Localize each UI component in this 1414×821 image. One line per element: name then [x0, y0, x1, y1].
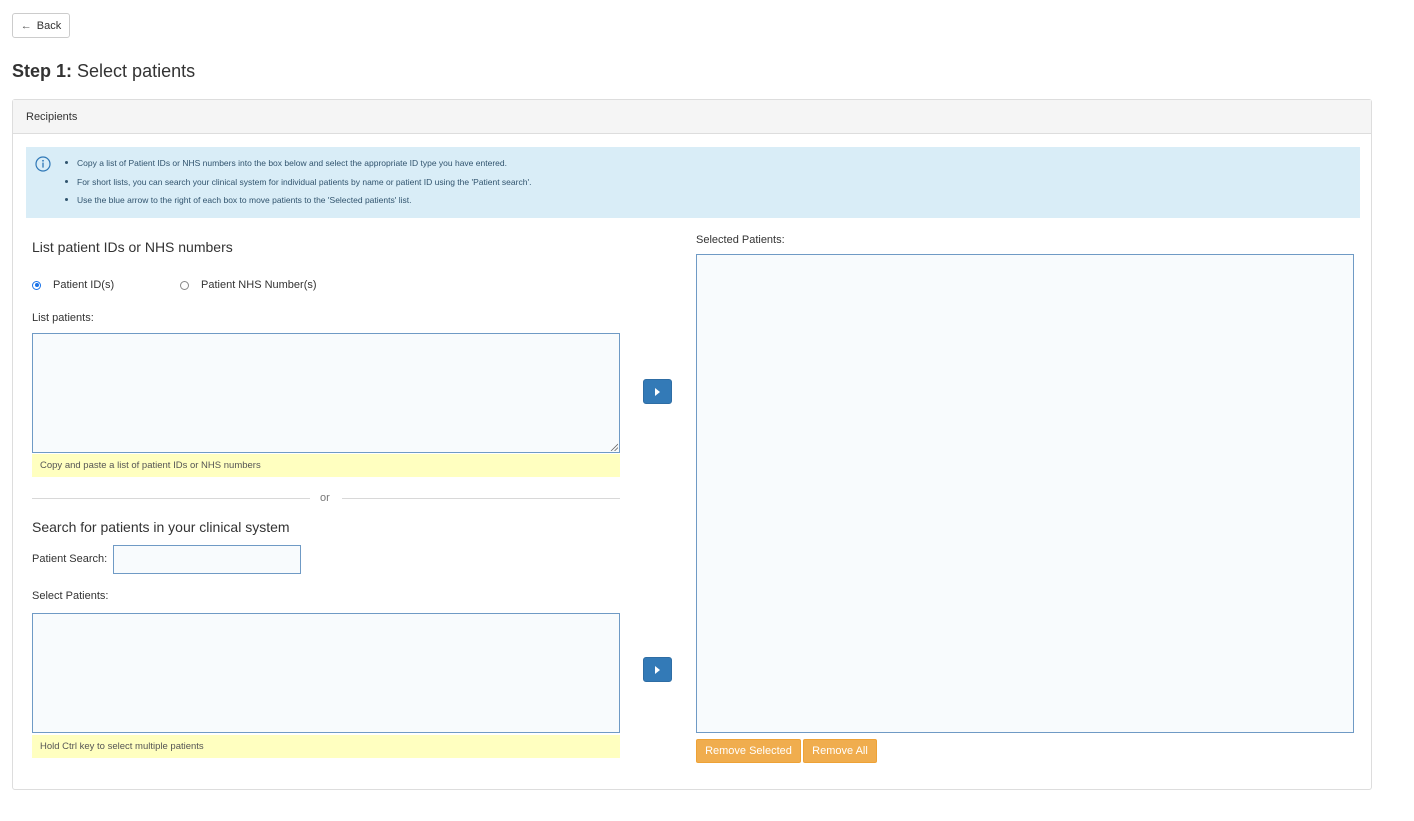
info-circle-icon: [35, 156, 51, 172]
back-button[interactable]: ← Back: [12, 13, 70, 38]
select-patients-hint: Hold Ctrl key to select multiple patient…: [32, 735, 620, 758]
radio-nhs-number-label[interactable]: Patient NHS Number(s): [201, 279, 317, 291]
select-patients-label: Select Patients:: [32, 590, 109, 602]
resize-grip-icon[interactable]: [610, 443, 618, 451]
list-patients-hint: Copy and paste a list of patient IDs or …: [32, 454, 620, 477]
info-item: Use the blue arrow to the right of each …: [64, 195, 531, 214]
list-patients-textarea[interactable]: [32, 333, 620, 453]
selected-patients-label: Selected Patients:: [696, 234, 785, 246]
divider-right: [342, 498, 620, 499]
move-searched-patients-button[interactable]: [643, 657, 672, 682]
panel-heading: Recipients: [13, 100, 1371, 134]
remove-selected-button[interactable]: Remove Selected: [696, 739, 801, 763]
divider-left: [32, 498, 310, 499]
radio-nhs-number[interactable]: [180, 280, 189, 290]
page-title-text: Select patients: [77, 61, 196, 81]
search-section-title: Search for patients in your clinical sys…: [32, 519, 290, 535]
patient-search-label: Patient Search:: [32, 553, 108, 565]
radio-patient-id[interactable]: [32, 280, 41, 290]
patient-search-input[interactable]: [113, 545, 301, 574]
list-patients-label: List patients:: [32, 312, 94, 324]
arrow-left-icon: ←: [20, 19, 32, 32]
radio-patient-id-label[interactable]: Patient ID(s): [53, 279, 180, 291]
id-type-radio-group: Patient ID(s) Patient NHS Number(s): [32, 278, 317, 292]
info-item: Copy a list of Patient IDs or NHS number…: [64, 158, 531, 177]
info-list: Copy a list of Patient IDs or NHS number…: [64, 158, 531, 214]
selected-patients-listbox[interactable]: [696, 254, 1354, 733]
info-item: For short lists, you can search your cli…: [64, 177, 531, 196]
recipients-panel: Recipients Copy a list of Patient IDs or…: [12, 99, 1372, 790]
arrow-right-icon: [655, 665, 660, 674]
page-title: Step 1: Select patients: [12, 61, 195, 82]
back-button-label: Back: [36, 19, 62, 32]
list-section-title: List patient IDs or NHS numbers: [32, 239, 233, 255]
move-listed-patients-button[interactable]: [643, 379, 672, 404]
remove-all-button[interactable]: Remove All: [803, 739, 877, 763]
info-box: Copy a list of Patient IDs or NHS number…: [26, 147, 1360, 218]
page-title-step: Step 1:: [12, 61, 73, 81]
divider-or: or: [320, 492, 330, 504]
arrow-right-icon: [655, 387, 660, 396]
select-patients-listbox[interactable]: [32, 613, 620, 733]
